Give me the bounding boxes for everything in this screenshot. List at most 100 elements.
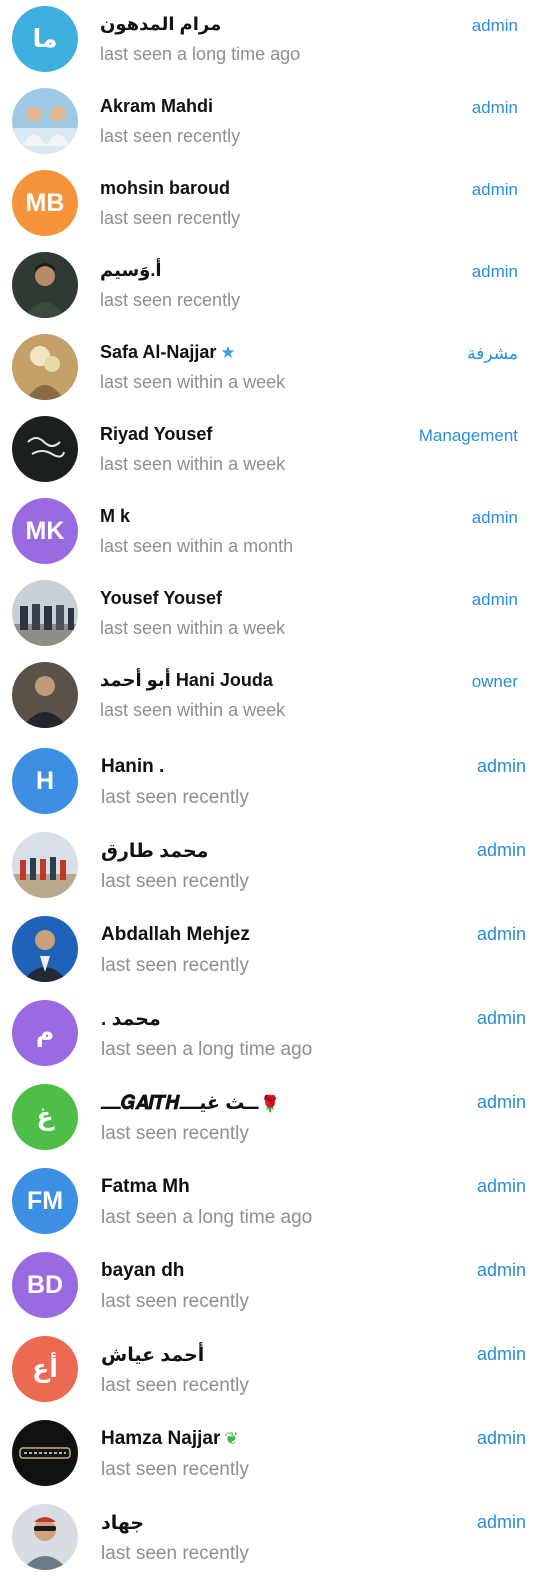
member-name: M k — [100, 506, 131, 526]
member-role: admin — [471, 98, 518, 117]
member-name: Fatma Mh — [101, 1176, 190, 1197]
avatar[interactable]: أع — [12, 1336, 78, 1402]
member-role: admin — [471, 262, 518, 281]
avatar-initials: م — [35, 1019, 55, 1047]
member-status: last seen a long time ago — [101, 1039, 313, 1060]
member-role: admin — [471, 180, 518, 199]
avatar[interactable] — [12, 88, 78, 154]
member-name: Akram Mahdi — [100, 96, 214, 116]
member-row[interactable]: MK M k last seen within a month admin — [0, 492, 535, 574]
avatar[interactable]: H — [12, 748, 78, 814]
member-row[interactable]: Abdallah Mehjez last seen recently admin — [0, 908, 535, 992]
members-list: ما مرام المدهون last seen a long time ag… — [0, 0, 535, 1590]
member-row[interactable]: Yousef Yousef last seen within a week ad… — [0, 574, 535, 656]
star-icon: ★ — [220, 343, 236, 362]
avatar[interactable] — [12, 580, 78, 646]
member-role: admin — [471, 16, 518, 35]
avatar-initials: MK — [25, 516, 65, 545]
member-role: admin — [476, 1176, 526, 1196]
member-row[interactable]: غ ـــ𝑮𝑨𝑰𝑻𝑯ــث غيـــ 🌹 last seen recently … — [0, 1076, 535, 1160]
member-name: Abdallah Mehjez — [101, 924, 250, 945]
member-name-text: Safa Al-Najjar — [100, 342, 217, 362]
avatar[interactable] — [12, 1504, 78, 1570]
member-role: admin — [471, 508, 518, 527]
member-row[interactable]: م . محمد last seen a long time ago admin — [0, 992, 535, 1076]
avatar-initials: غ — [36, 1103, 54, 1131]
member-name: أ.وَسيم — [100, 260, 162, 280]
member-row[interactable]: ما مرام المدهون last seen a long time ag… — [0, 0, 535, 82]
member-row[interactable]: Safa Al-Najjar ★ last seen within a week … — [0, 328, 535, 410]
member-row[interactable]: Riyad Yousef last seen within a week Man… — [0, 410, 535, 492]
member-name: Riyad Yousef — [100, 424, 213, 444]
avatar[interactable] — [12, 416, 78, 482]
avatar-photo — [12, 580, 78, 646]
avatar-photo — [12, 662, 78, 728]
avatar[interactable]: MB — [12, 170, 78, 236]
member-status: last seen recently — [100, 126, 241, 146]
member-status: last seen within a week — [100, 618, 286, 638]
avatar-initials: H — [35, 766, 55, 795]
member-status: last seen within a month — [100, 536, 294, 556]
member-row[interactable]: جهاد last seen recently admin — [0, 1496, 535, 1580]
member-status: last seen recently — [100, 208, 241, 228]
avatar[interactable]: ما — [12, 6, 78, 72]
member-role: admin — [476, 1344, 526, 1364]
avatar[interactable]: FM — [12, 1168, 78, 1234]
avatar-photo — [12, 916, 78, 982]
member-status: last seen within a week — [100, 372, 286, 392]
avatar[interactable] — [12, 1420, 78, 1486]
avatar-initials: BD — [26, 1270, 64, 1299]
member-name-text: ـــ𝑮𝑨𝑰𝑻𝑯ــث غيـــ — [101, 1093, 259, 1114]
member-row[interactable]: Akram Mahdi last seen recently admin — [0, 82, 535, 164]
avatar-initials: ما — [32, 25, 58, 53]
member-row[interactable]: H Hanin . last seen recently admin — [0, 740, 535, 824]
avatar-initials: FM — [26, 1186, 64, 1215]
member-role: admin — [476, 1260, 526, 1280]
member-name: Safa Al-Najjar ★ — [100, 342, 236, 363]
member-name: Yousef Yousef — [100, 588, 223, 608]
avatar[interactable]: MK — [12, 498, 78, 564]
member-name: mohsin baroud — [100, 178, 230, 198]
avatar[interactable] — [12, 334, 78, 400]
avatar[interactable] — [12, 832, 78, 898]
member-status: last seen recently — [101, 1459, 249, 1480]
member-role: admin — [476, 756, 526, 776]
member-row[interactable]: أبو أحمد Hani Jouda last seen within a w… — [0, 656, 535, 738]
avatar-photo — [12, 1420, 78, 1486]
member-name: ـــ𝑮𝑨𝑰𝑻𝑯ــث غيـــ 🌹 — [101, 1092, 280, 1115]
member-row[interactable]: أ.وَسيم last seen recently admin — [0, 246, 535, 328]
member-name: . محمد — [101, 1009, 161, 1030]
member-role: admin — [476, 1008, 526, 1028]
member-row[interactable]: Hamza Najjar ❦ last seen recently admin — [0, 1412, 535, 1496]
member-status: last seen recently — [101, 955, 249, 976]
member-row[interactable]: FM Fatma Mh last seen a long time ago ad… — [0, 1160, 535, 1244]
member-status: last seen recently — [101, 1123, 249, 1144]
member-row[interactable]: BD bayan dh last seen recently admin — [0, 1244, 535, 1328]
avatar-photo — [12, 1504, 78, 1570]
rose-icon: 🌹 — [260, 1096, 281, 1113]
member-status: last seen recently — [101, 787, 249, 808]
avatar-photo — [12, 88, 78, 154]
avatar[interactable]: غ — [12, 1084, 78, 1150]
member-role: owner — [471, 672, 518, 691]
member-row[interactable]: أع أحمد عياش last seen recently admin — [0, 1328, 535, 1412]
avatar[interactable] — [12, 916, 78, 982]
avatar[interactable]: م — [12, 1000, 78, 1066]
avatar-photo — [12, 416, 78, 482]
avatar[interactable]: BD — [12, 1252, 78, 1318]
member-name: أبو أحمد Hani Jouda — [100, 670, 273, 690]
member-name-text: Hamza Najjar — [101, 1428, 221, 1449]
avatar[interactable] — [12, 252, 78, 318]
member-row[interactable]: MB mohsin baroud last seen recently admi… — [0, 164, 535, 246]
member-name: جهاد — [101, 1513, 145, 1534]
member-name: مرام المدهون — [100, 14, 222, 34]
member-role: admin — [476, 1092, 526, 1112]
member-status: last seen within a week — [100, 454, 286, 474]
member-name: Hamza Najjar ❦ — [101, 1428, 239, 1450]
avatar-initials: أع — [32, 1355, 58, 1383]
avatar[interactable] — [12, 662, 78, 728]
member-row[interactable]: محمد طارق last seen recently admin — [0, 824, 535, 908]
member-name: Hanin . — [101, 756, 165, 777]
member-status: last seen a long time ago — [101, 1207, 313, 1228]
member-status: last seen recently — [101, 871, 249, 892]
